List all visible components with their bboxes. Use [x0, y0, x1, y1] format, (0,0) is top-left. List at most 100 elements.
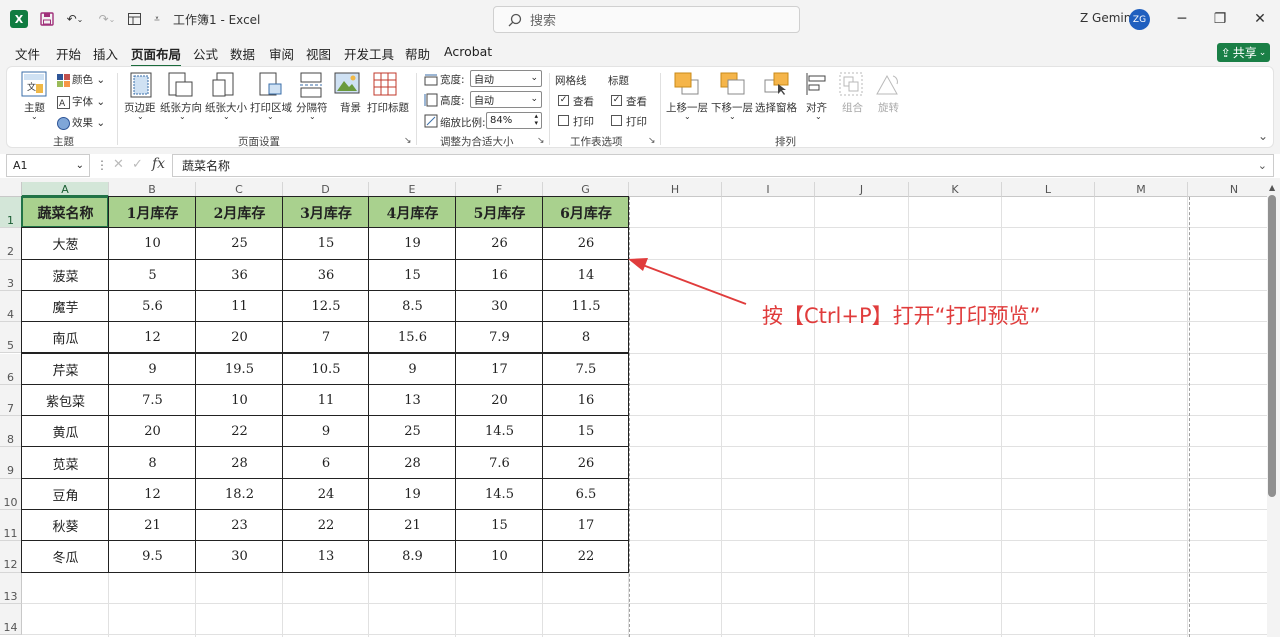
gridlines-print-checkbox[interactable]: [558, 115, 569, 126]
column-header-c[interactable]: C: [196, 182, 283, 197]
formula-input[interactable]: 蔬菜名称 ⌄: [172, 154, 1274, 177]
send-backward-icon[interactable]: [720, 72, 746, 100]
orientation-icon[interactable]: [168, 72, 194, 102]
row-header-8[interactable]: 8: [0, 416, 22, 448]
select-all-corner[interactable]: [0, 182, 22, 197]
chevron-down-icon[interactable]: ⌄: [684, 112, 691, 121]
row-header-6[interactable]: 6: [0, 353, 22, 385]
close-button[interactable]: ✕: [1248, 8, 1272, 30]
column-header-d[interactable]: D: [283, 182, 369, 197]
row-header-1[interactable]: 1: [0, 197, 22, 229]
row-header-4[interactable]: 4: [0, 290, 22, 323]
row-header-5[interactable]: 5: [0, 322, 22, 354]
column-header-e[interactable]: E: [369, 182, 456, 197]
row-header-14[interactable]: 14: [0, 603, 22, 636]
page-size-icon[interactable]: [212, 72, 236, 102]
row-header-11[interactable]: 11: [0, 510, 22, 542]
tab-insert[interactable]: 插入: [93, 44, 118, 63]
row-header-13[interactable]: 13: [0, 572, 22, 604]
row-header-2[interactable]: 2: [0, 228, 22, 260]
minimize-button[interactable]: ─: [1170, 8, 1194, 30]
background-label[interactable]: 背景: [340, 100, 361, 115]
column-header-m[interactable]: M: [1095, 182, 1188, 197]
worksheet-grid[interactable]: A B C D E F G H I J K L M N 1 2 3 4 5 6 7 8 9 10 11 12 13 14 蔬菜名称 1月库…: [0, 182, 1280, 637]
column-header-h[interactable]: H: [629, 182, 722, 197]
bring-forward-icon[interactable]: [674, 72, 700, 100]
avatar[interactable]: ZG: [1129, 9, 1150, 30]
tab-page-layout[interactable]: 页面布局: [131, 44, 182, 67]
insert-function-button[interactable]: fx: [152, 156, 165, 172]
breaks-icon[interactable]: [300, 72, 322, 102]
chevron-down-icon[interactable]: ⌄: [223, 112, 230, 121]
user-name[interactable]: Z Gemini: [1080, 11, 1135, 25]
tab-review[interactable]: 审阅: [269, 44, 294, 63]
enter-icon[interactable]: ✓: [132, 157, 143, 172]
tab-help[interactable]: 帮助: [405, 44, 430, 63]
redo-icon[interactable]: ↷ ⌄: [94, 9, 120, 29]
print-area-icon[interactable]: [259, 72, 283, 102]
background-icon[interactable]: [334, 72, 360, 100]
align-icon[interactable]: [805, 72, 829, 100]
tab-formulas[interactable]: 公式: [193, 44, 218, 63]
scale-spinner[interactable]: 84% ▴ ▾: [486, 112, 542, 129]
effects-icon[interactable]: [57, 115, 70, 134]
print-titles-icon[interactable]: [373, 72, 399, 102]
chevron-down-icon[interactable]: ⌄: [179, 112, 186, 121]
column-header-g[interactable]: G: [543, 182, 629, 197]
margins-icon[interactable]: [130, 72, 152, 102]
customize-qat-icon[interactable]: ⩡: [150, 9, 164, 29]
row-header-7[interactable]: 7: [0, 384, 22, 417]
fonts-label[interactable]: 字体 ⌄: [72, 94, 105, 109]
row-header-3[interactable]: 3: [0, 259, 22, 291]
column-header-b[interactable]: B: [109, 182, 196, 197]
themes-icon[interactable]: 文: [21, 71, 47, 101]
dialog-launcher-icon[interactable]: ↘: [648, 136, 656, 146]
colors-icon[interactable]: [57, 72, 70, 91]
chevron-down-icon[interactable]: ⌄: [815, 112, 822, 121]
colors-label[interactable]: 颜色 ⌄: [72, 72, 105, 87]
tab-view[interactable]: 视图: [306, 44, 331, 63]
restore-button[interactable]: ❐: [1208, 8, 1232, 30]
save-icon[interactable]: [38, 9, 56, 29]
scrollbar-thumb[interactable]: [1268, 195, 1276, 497]
width-select[interactable]: 自动 ⌄: [470, 70, 542, 87]
column-header-a[interactable]: A: [22, 182, 109, 197]
chevron-down-icon[interactable]: ⌄: [729, 112, 736, 121]
share-button[interactable]: ⇪ 共享 ⌄: [1217, 43, 1270, 62]
effects-label[interactable]: 效果 ⌄: [72, 115, 105, 130]
print-titles-label[interactable]: 打印标题: [367, 100, 409, 115]
dialog-launcher-icon[interactable]: ↘: [404, 136, 412, 146]
column-header-f[interactable]: F: [456, 182, 543, 197]
undo-icon[interactable]: ↶ ⌄: [62, 9, 88, 29]
column-header-l[interactable]: L: [1002, 182, 1095, 197]
selection-pane-icon[interactable]: [764, 72, 790, 100]
row-header-9[interactable]: 9: [0, 447, 22, 479]
column-header-k[interactable]: K: [909, 182, 1002, 197]
chevron-down-icon[interactable]: ⌄: [267, 112, 274, 121]
tab-home[interactable]: 开始: [56, 44, 81, 63]
fonts-icon[interactable]: A: [57, 94, 70, 113]
selection-pane-label[interactable]: 选择窗格: [755, 100, 797, 115]
row-header-12[interactable]: 12: [0, 541, 22, 573]
headings-view-checkbox[interactable]: ✓: [611, 95, 622, 106]
form-icon[interactable]: [126, 9, 142, 29]
collapse-ribbon-icon[interactable]: ⌄: [1258, 129, 1268, 143]
tab-file[interactable]: 文件: [15, 44, 40, 63]
tab-acrobat[interactable]: Acrobat: [444, 44, 492, 59]
chevron-down-icon[interactable]: ⌄: [31, 112, 38, 121]
name-box[interactable]: A1 ⌄: [6, 154, 90, 177]
headings-print-checkbox[interactable]: [611, 115, 622, 126]
row-header-10[interactable]: 10: [0, 478, 22, 510]
gridlines-view-checkbox[interactable]: ✓: [558, 95, 569, 106]
height-select[interactable]: 自动 ⌄: [470, 91, 542, 108]
search-box[interactable]: 搜索: [493, 6, 800, 33]
tab-developer[interactable]: 开发工具: [344, 44, 394, 63]
dialog-launcher-icon[interactable]: ↘: [537, 136, 545, 146]
column-header-j[interactable]: J: [815, 182, 909, 197]
more-icon[interactable]: ⋮: [96, 158, 108, 172]
chevron-down-icon[interactable]: ⌄: [137, 112, 144, 121]
tab-data[interactable]: 数据: [230, 44, 255, 63]
chevron-down-icon[interactable]: ⌄: [309, 112, 316, 121]
cancel-icon[interactable]: ✕: [113, 157, 124, 172]
column-header-i[interactable]: I: [722, 182, 815, 197]
